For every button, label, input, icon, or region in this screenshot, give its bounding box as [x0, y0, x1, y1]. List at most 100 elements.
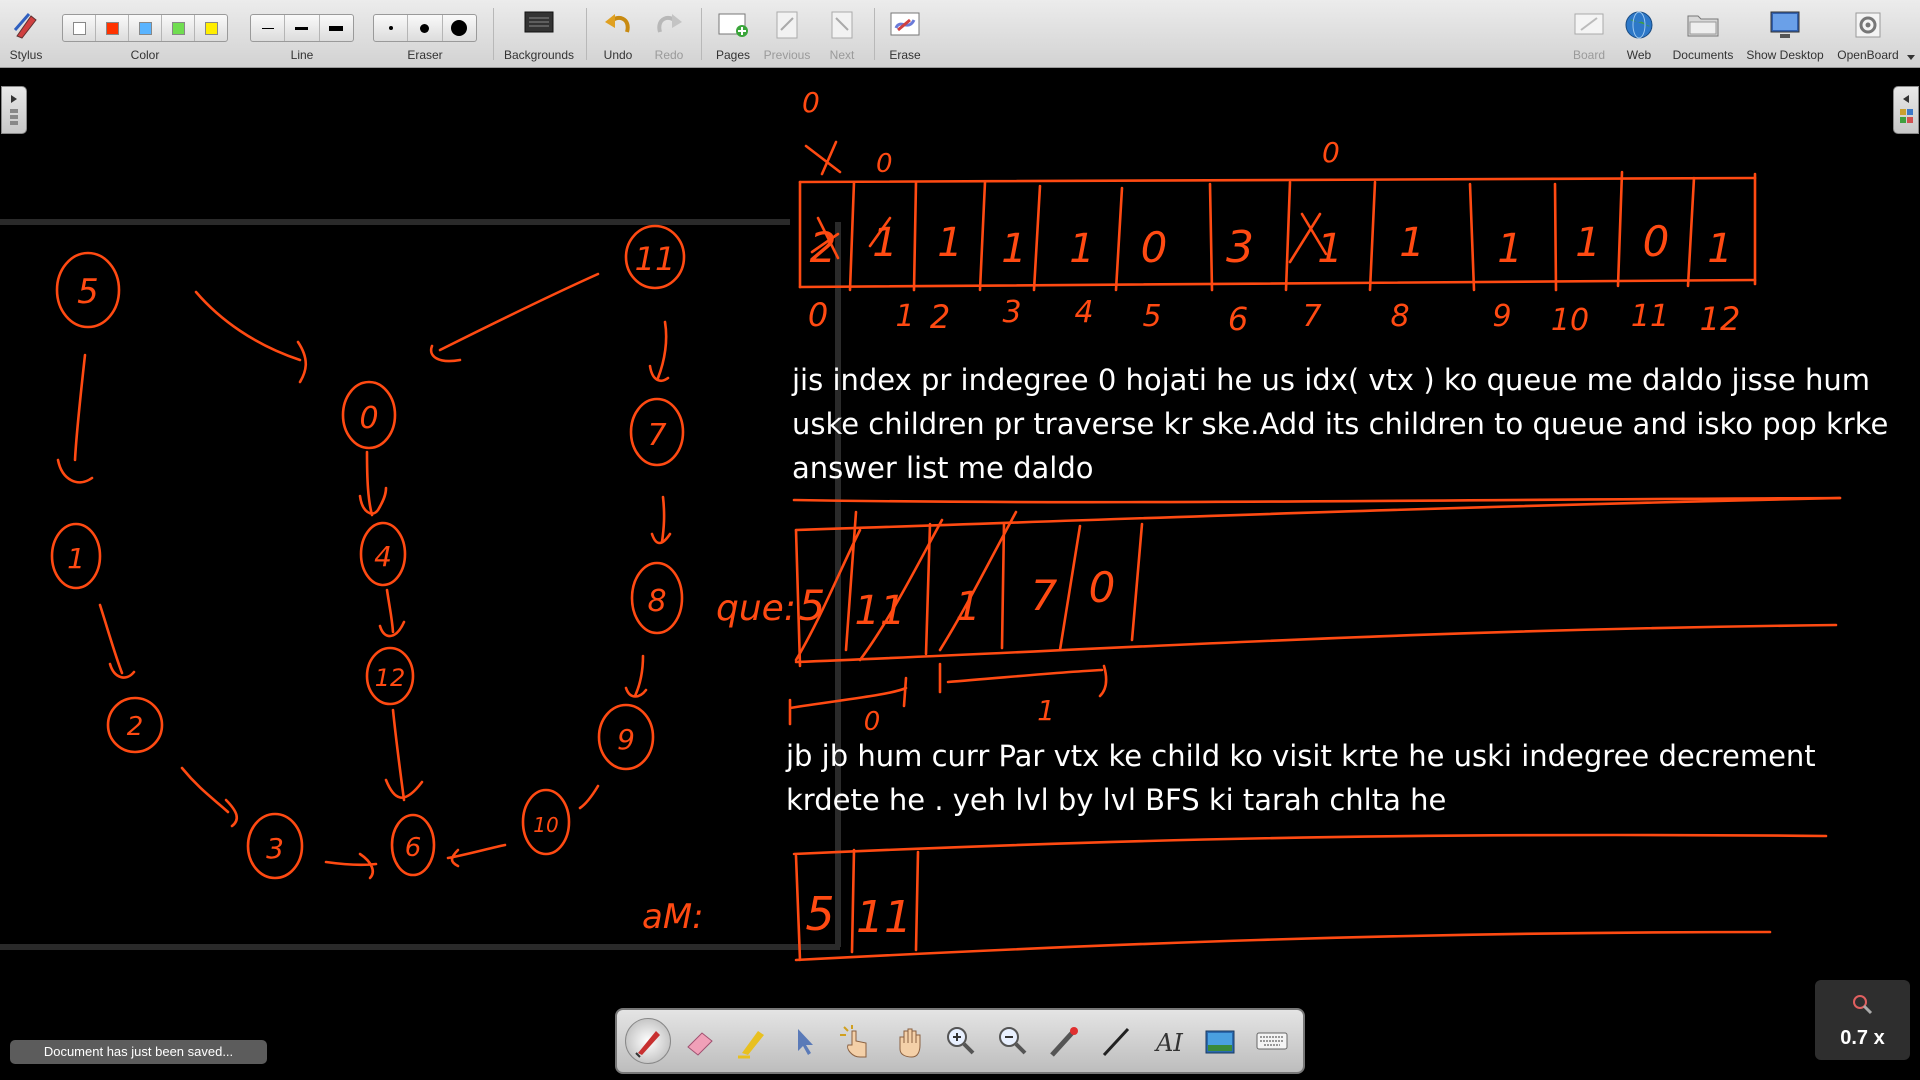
line-medium-button[interactable] [285, 15, 320, 41]
node-label: 7 [647, 418, 666, 453]
node-label: 8 [647, 584, 666, 619]
main-toolbar: Stylus Color Line Eraser Backgrounds Und… [0, 0, 1920, 68]
node-label: 6 [405, 833, 422, 863]
show-desktop-button[interactable]: Show Desktop [1742, 4, 1828, 64]
indegree-value: 3 [1226, 222, 1254, 273]
node-label: 0 [359, 401, 378, 436]
index-label: 8 [1390, 299, 1409, 334]
queue-drawing: que: 5 11 1 7 0 0 1 [716, 496, 1842, 737]
index-label: 11 [1631, 299, 1669, 334]
indegree-array: 0 0 0 2 1 1 1 1 0 3 1 1 1 1 0 1 0 1 2 3 … [798, 86, 1757, 338]
backgrounds-icon [524, 11, 554, 33]
pages-button[interactable]: Pages [708, 4, 758, 64]
color-swatch-white[interactable] [63, 15, 96, 41]
explanation-text-1: jis index pr indegree 0 hojati he us idx… [792, 358, 1888, 490]
selector-tool-button[interactable] [781, 1018, 827, 1064]
eraser-tool-button[interactable] [677, 1018, 723, 1064]
node-label: 1 [67, 542, 85, 575]
answer-label: aM: [642, 897, 704, 937]
line-group: Line [250, 4, 354, 64]
svg-text:AI: AI [1154, 1029, 1183, 1057]
color-group: Color [60, 4, 230, 64]
node-label: 3 [266, 832, 284, 865]
chevron-down-icon[interactable] [1906, 54, 1916, 62]
node-label: 5 [77, 272, 99, 312]
zoom-value: 0.7 x [1840, 1027, 1885, 1049]
previous-page-icon [776, 11, 798, 39]
zoom-in-tool-button[interactable] [937, 1018, 983, 1064]
eraser-medium-button[interactable] [408, 15, 443, 41]
indegree-value: 1 [1399, 220, 1424, 266]
indegree-values: 2 1 1 1 1 0 3 1 1 1 1 0 1 [810, 217, 1733, 273]
index-label: 10 [1551, 303, 1589, 338]
color-label: Color [130, 48, 160, 62]
marker-tool-button[interactable] [729, 1018, 775, 1064]
zoom-indicator[interactable]: 0.7 x [1815, 980, 1910, 1060]
text-icon: AI [1154, 1029, 1183, 1057]
color-swatch-yellow[interactable] [195, 15, 227, 41]
virtual-keyboard-button[interactable] [1249, 1018, 1295, 1064]
queue-level-mark: 1 [1037, 694, 1055, 727]
index-label: 2 [930, 298, 950, 336]
undo-button[interactable]: Undo [594, 4, 642, 64]
graph: 5 11 0 7 1 4 8 2 12 9 3 6 10 [50, 224, 686, 880]
eraser-small-button[interactable] [374, 15, 409, 41]
pointing-hand-icon [840, 1025, 867, 1058]
zoom-in-icon [947, 1027, 975, 1055]
capture-tool-button[interactable] [1197, 1018, 1243, 1064]
erase-label: Erase [889, 48, 921, 62]
board-canvas[interactable]: 5 11 0 7 1 4 8 2 12 9 3 6 10 0 0 0 2 1 1… [0, 68, 1920, 1080]
status-message: Document has just been saved... [10, 1040, 267, 1064]
cursor-arrow-icon [798, 1029, 813, 1055]
erase-all-button[interactable]: Erase [880, 4, 930, 64]
hand-tool-button[interactable] [885, 1018, 931, 1064]
color-swatch-green[interactable] [162, 15, 195, 41]
line-thin-button[interactable] [251, 15, 286, 41]
add-page-icon [718, 13, 748, 37]
eraser-icon [687, 1032, 713, 1056]
board-label: Board [1572, 48, 1606, 62]
stylus-button[interactable]: Stylus [4, 4, 48, 64]
undo-label: Undo [603, 48, 633, 62]
backgrounds-button[interactable]: Backgrounds [500, 4, 578, 64]
documents-label: Documents [1672, 48, 1734, 62]
line-icon [1102, 1027, 1130, 1057]
previous-page-button[interactable]: Previous [759, 4, 815, 64]
indegree-value: 1 [872, 220, 897, 266]
indegree-value: 1 [1069, 226, 1094, 272]
text-line: jis index pr indegree 0 hojati he us idx… [792, 363, 1870, 397]
redo-button[interactable]: Redo [645, 4, 693, 64]
zoom-out-tool-button[interactable] [989, 1018, 1035, 1064]
queue-item: 7 [1031, 571, 1058, 620]
indegree-value: 2 [810, 223, 837, 272]
next-page-icon [831, 11, 853, 39]
index-label: 12 [1700, 300, 1741, 338]
pen-tool-button[interactable] [625, 1018, 671, 1064]
redo-icon [657, 14, 682, 33]
board-icon [1574, 13, 1604, 35]
answer-item: 11 [856, 892, 912, 943]
eraser-large-button[interactable] [443, 15, 476, 41]
documents-button[interactable]: Documents [1662, 4, 1744, 64]
next-page-button[interactable]: Next [818, 4, 866, 64]
board-button[interactable]: Board [1566, 4, 1612, 64]
text-tool-button[interactable]: AI [1145, 1018, 1191, 1064]
openboard-label: OpenBoard [1837, 48, 1899, 62]
index-label: 7 [1302, 299, 1321, 334]
color-swatch-blue[interactable] [129, 15, 162, 41]
line-thick-button[interactable] [320, 15, 353, 41]
top-mark: 0 [802, 86, 820, 119]
hand-icon [899, 1028, 921, 1058]
web-button[interactable]: Web [1616, 4, 1662, 64]
answer-item: 5 [805, 887, 834, 941]
interact-tool-button[interactable] [833, 1018, 879, 1064]
eraser-label: Eraser [407, 48, 443, 62]
laser-pointer-tool-button[interactable] [1041, 1018, 1087, 1064]
color-swatch-red[interactable] [96, 15, 129, 41]
indegree-value: 1 [1575, 220, 1600, 266]
indegree-value: 1 [1001, 226, 1026, 272]
indegree-value: 1 [937, 220, 962, 266]
line-tool-button[interactable] [1093, 1018, 1139, 1064]
openboard-menu-button[interactable]: OpenBoard [1830, 4, 1906, 64]
eraser-group: Eraser [373, 4, 477, 64]
